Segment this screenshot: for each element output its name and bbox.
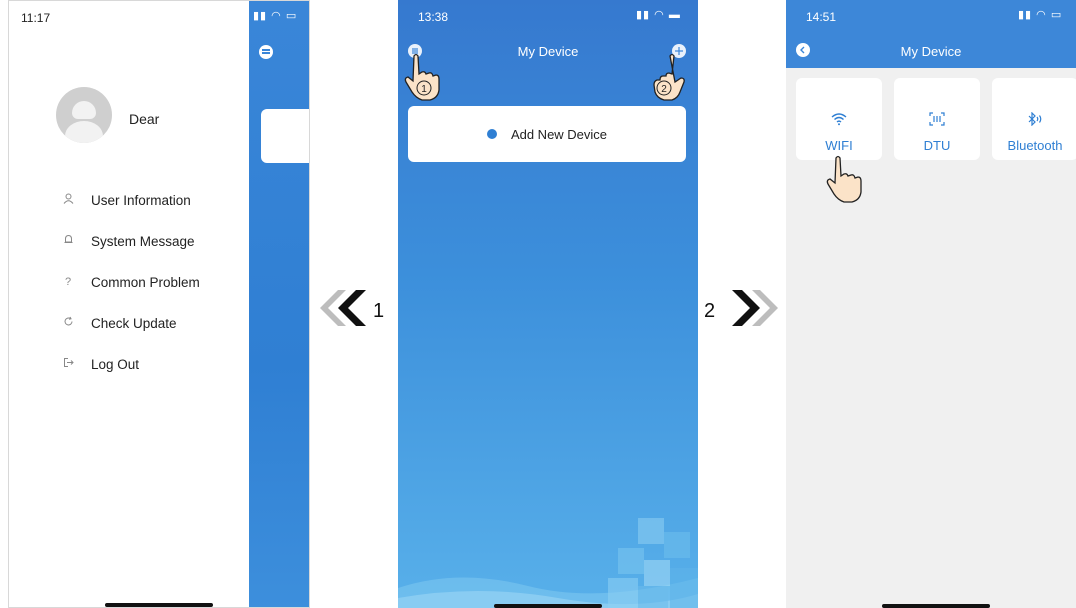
menu-item-label: User Information: [91, 192, 191, 208]
user-name: Dear: [129, 111, 160, 127]
phone-screen-side-menu: 11:17 ▮▮ ◠ ▭ Dear User Information Syste…: [8, 0, 310, 608]
cubes-decoration: [608, 518, 698, 608]
phone-screen-my-device: 13:38 ▮▮ ◠ ▬ My Device Add New Device 1: [398, 0, 698, 608]
wifi-icon: [796, 112, 882, 129]
device-card-peek: [261, 109, 309, 163]
pointing-hand-icon: [826, 155, 862, 203]
tile-wifi[interactable]: WIFI: [796, 78, 882, 160]
marker-1: 1: [421, 84, 427, 95]
home-indicator: [105, 603, 213, 607]
logout-icon: [61, 357, 75, 371]
tile-bluetooth[interactable]: Bluetooth: [992, 78, 1076, 160]
chevron-right-double-icon: [732, 290, 778, 326]
avatar[interactable]: [56, 87, 112, 143]
add-new-device-label: Add New Device: [510, 126, 608, 142]
refresh-icon: [61, 316, 75, 330]
menu-item-system-message[interactable]: System Message: [61, 231, 195, 251]
plus-dot-icon: [486, 129, 497, 139]
phone-screen-device-type: 14:51 ▮▮ ◠ ▭ My Device WIFI DTU Bluetoot…: [786, 0, 1076, 608]
menu-item-common-problem[interactable]: ? Common Problem: [61, 272, 200, 292]
step-number-2: 2: [704, 300, 716, 322]
tile-label: DTU: [923, 138, 951, 153]
dtu-icon: [894, 112, 980, 129]
menu-item-user-information[interactable]: User Information: [61, 190, 191, 210]
tile-label: WIFI: [825, 138, 853, 153]
menu-item-label: System Message: [91, 233, 195, 249]
home-indicator: [494, 604, 602, 608]
menu-item-label: Log Out: [91, 356, 140, 372]
menu-item-label: Check Update: [91, 315, 177, 331]
tile-label: Bluetooth: [1007, 138, 1063, 153]
main-screen-peek[interactable]: [249, 1, 309, 607]
bell-icon: [61, 234, 75, 248]
status-time: 13:38: [418, 10, 449, 24]
menu-item-log-out[interactable]: Log Out: [61, 354, 139, 374]
user-icon: [61, 193, 75, 207]
marker-2: 2: [661, 84, 667, 95]
status-icons: ▮▮ ◠ ▭: [1018, 9, 1063, 21]
chevron-left-double-icon: [320, 290, 366, 326]
pointing-hand-icon: 1: [404, 53, 440, 101]
home-indicator: [882, 604, 990, 608]
menu-item-label: Common Problem: [91, 274, 200, 290]
status-icons: ▮▮ ◠ ▭: [253, 10, 298, 22]
bluetooth-icon: [992, 111, 1076, 129]
menu-item-check-update[interactable]: Check Update: [61, 313, 177, 333]
status-time: 14:51: [806, 10, 837, 24]
add-new-device-button[interactable]: Add New Device: [408, 106, 686, 162]
step-number-1: 1: [373, 300, 385, 322]
status-time: 11:17: [21, 11, 51, 25]
question-icon: ?: [64, 276, 72, 288]
tile-dtu[interactable]: DTU: [894, 78, 980, 160]
pointing-hand-icon: 2: [653, 53, 685, 101]
page-title: My Device: [900, 44, 962, 59]
status-icons: ▮▮ ◠ ▬: [636, 9, 681, 21]
menu-icon[interactable]: [259, 45, 273, 59]
